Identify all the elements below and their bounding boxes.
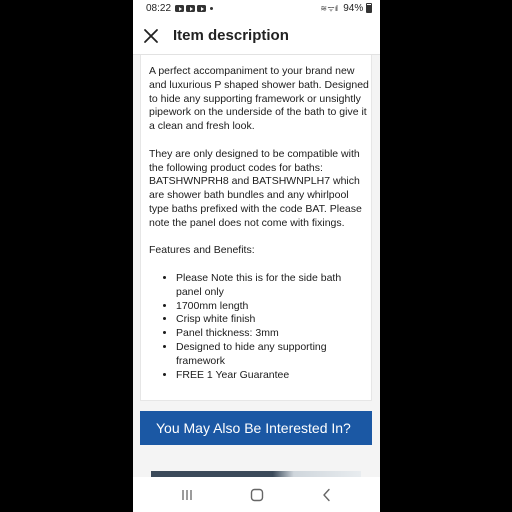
- signal-icon: ≋ ᯤ ıl: [320, 4, 337, 13]
- description-paragraph: They are only designed to be compatible …: [149, 147, 362, 229]
- item-description: A perfect accompaniment to your brand ne…: [149, 65, 369, 382]
- notification-icons: [175, 5, 213, 13]
- feature-item: Please Note this is for the side bath pa…: [176, 272, 369, 300]
- features-heading: Features and Benefits:: [149, 244, 255, 257]
- recent-apps-icon: [182, 490, 192, 500]
- more-notifications-icon: [210, 7, 213, 10]
- home-button[interactable]: [247, 486, 267, 504]
- scroll-content[interactable]: A perfect accompaniment to your brand ne…: [133, 55, 380, 477]
- feature-item: Crisp white finish: [176, 313, 369, 327]
- features-list: Please Note this is for the side bath pa…: [149, 272, 369, 382]
- header-bar: Item description: [133, 18, 380, 54]
- youtube-icon: [175, 5, 184, 12]
- feature-item: 1700mm length: [176, 300, 369, 314]
- battery-icon: [366, 3, 372, 13]
- youtube-icon: [197, 5, 206, 12]
- phone-screen: 08:22 ≋ ᯤ ıl 94% Item description A perf…: [133, 0, 380, 512]
- back-icon: [323, 488, 330, 502]
- navigation-bar: [133, 477, 380, 512]
- page-title: Item description: [173, 27, 289, 44]
- home-icon: [250, 488, 264, 502]
- back-button[interactable]: [317, 486, 337, 504]
- recent-apps-button[interactable]: [177, 486, 197, 504]
- interest-banner[interactable]: You May Also Be Interested In?: [140, 411, 372, 445]
- status-right: ≋ ᯤ ıl 94%: [320, 0, 372, 18]
- feature-item: FREE 1 Year Guarantee: [176, 369, 369, 383]
- description-card: A perfect accompaniment to your brand ne…: [140, 55, 372, 401]
- feature-item: Panel thickness: 3mm: [176, 327, 369, 341]
- close-icon: [144, 29, 158, 43]
- close-button[interactable]: [141, 26, 161, 46]
- youtube-icon: [186, 5, 195, 12]
- description-paragraph: A perfect accompaniment to your brand ne…: [149, 65, 369, 133]
- status-time: 08:22: [146, 3, 172, 14]
- feature-item: Designed to hide any supporting framewor…: [176, 341, 369, 369]
- status-bar: 08:22 ≋ ᯤ ıl 94%: [133, 0, 380, 18]
- battery-percent: 94%: [343, 3, 364, 14]
